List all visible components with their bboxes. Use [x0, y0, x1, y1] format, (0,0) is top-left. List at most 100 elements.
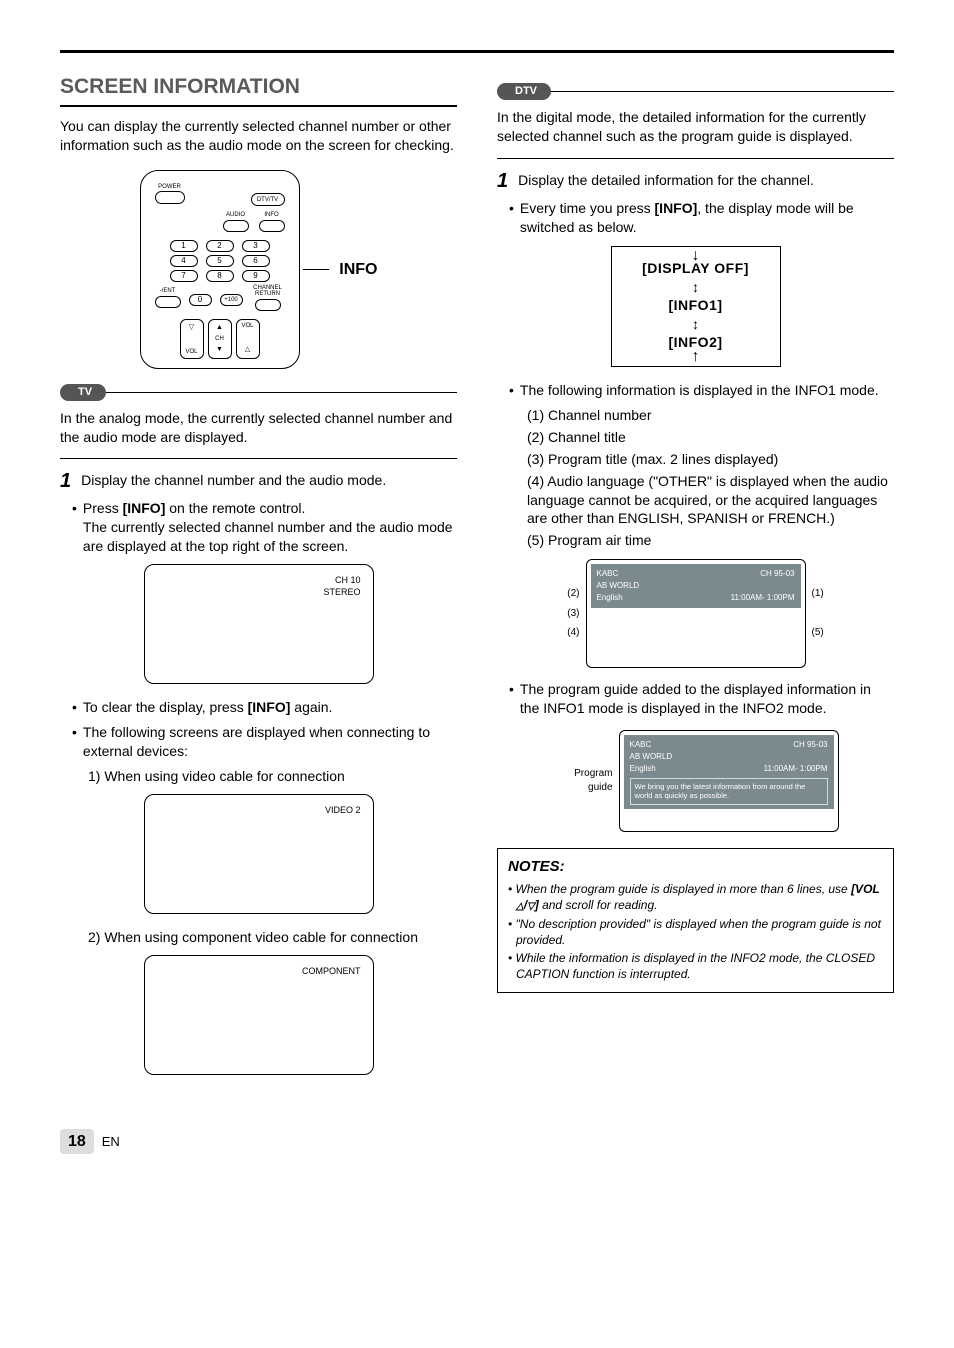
osd2-prog-title: AB WORLD [630, 751, 673, 763]
ext2-caption: 2) When using component video cable for … [88, 928, 457, 947]
external-intro-bullet: The following screens are displayed when… [72, 723, 457, 761]
badge-rule [104, 392, 457, 393]
vol-label: VOL [185, 349, 197, 355]
key-8: 8 [206, 270, 234, 282]
info1-intro: The following information is displayed i… [520, 381, 879, 400]
ch-return-button [255, 299, 281, 311]
program-guide-label: Program guide [553, 767, 613, 794]
info2-osd-diagram: Program guide KABC CH 95-03 AB WORLD Engl… [497, 724, 894, 838]
info-label: INFO [259, 212, 285, 218]
dash-ent-label: -/ENT [155, 288, 181, 294]
two-column-layout: SCREEN INFORMATION You can display the c… [60, 73, 894, 1089]
section-heading: SCREEN INFORMATION [60, 73, 457, 107]
ext1-caption: 1) When using video cable for connection [88, 767, 457, 786]
component-osd-screen: COMPONENT [144, 955, 374, 1075]
osd2-air: 11:00AM- 1:00PM [764, 763, 828, 775]
updown-arrow-icon: ↕ [618, 317, 774, 331]
press-info-lead: Press [INFO] on the remote control. [83, 500, 306, 516]
cycle-intro: Every time you press [INFO], the display… [520, 199, 894, 237]
remote-outline: POWER DTV/TV AUDIO INFO [140, 170, 300, 369]
osd2-ch-title: KABC [630, 739, 652, 751]
clear-text: To clear the display, press [INFO] again… [83, 698, 333, 717]
vol-rocker-2: VOL△ [236, 319, 260, 359]
updown-arrow-icon: ↕ [618, 280, 774, 294]
power-button [155, 191, 185, 204]
info2-intro-bullet: The program guide added to the displayed… [509, 680, 894, 718]
dtv-badge-row: DTV [497, 83, 894, 100]
info1-list: (1) Channel number (2) Channel title (3)… [527, 406, 894, 550]
info1-item-1: (1) Channel number [527, 406, 894, 425]
info2-intro: The program guide added to the displayed… [520, 680, 894, 718]
left-column: SCREEN INFORMATION You can display the c… [60, 73, 457, 1089]
key-4: 4 [170, 255, 198, 267]
component-label: COMPONENT [302, 966, 361, 978]
audio-button [223, 220, 249, 232]
divider [497, 158, 894, 159]
callout-3: (3) [567, 607, 579, 621]
osd2-ch-num: CH 95-03 [793, 739, 827, 751]
external-intro: The following screens are displayed when… [83, 723, 457, 761]
dash-ent-button [155, 296, 181, 308]
info1-item-3: (3) Program title (max. 2 lines displaye… [527, 450, 894, 469]
cycle-info1: [INFO1] [618, 296, 774, 315]
tv-badge: TV [60, 384, 106, 401]
ch-return-label: CHANNEL RETURN [251, 285, 285, 297]
note-3: • While the information is displayed in … [516, 950, 883, 982]
note-2: • "No description provided" is displayed… [516, 916, 883, 948]
cycle-intro-bullet: Every time you press [INFO], the display… [509, 199, 894, 237]
mode-cycle-diagram: ↓ [DISPLAY OFF] ↕ [INFO1] ↕ [INFO2] ↑ [611, 246, 781, 367]
tv-intro: In the analog mode, the currently select… [60, 409, 457, 447]
key-6: 6 [242, 255, 270, 267]
top-rule [60, 50, 894, 53]
ch-rocker: ▲CH▼ [208, 319, 232, 359]
osd2-guide-text: We bring you the latest information from… [630, 778, 828, 805]
info1-osd-diagram: (2) (3) (4) KABCCH 95-03 AB WORLD Englis… [497, 553, 894, 674]
info1-item-4: (4) Audio language ("OTHER" is displayed… [527, 472, 894, 529]
dtv-step-1: 1 Display the detailed information for t… [497, 171, 894, 191]
page-footer: 18 EN [60, 1129, 894, 1155]
osd1-lang: English [597, 592, 623, 604]
step-body: Display the channel number and the audio… [81, 471, 386, 491]
notes-heading: NOTES: [508, 857, 883, 877]
key-3: 3 [242, 240, 270, 252]
callout-1: (1) [812, 587, 824, 601]
ch-label: CH [215, 336, 224, 342]
info1-item-2: (2) Channel title [527, 428, 894, 447]
info1-intro-bullet: The following information is displayed i… [509, 381, 894, 400]
key-5: 5 [206, 255, 234, 267]
osd1-air: 11:00AM- 1:00PM [731, 592, 795, 604]
callout-line [303, 269, 329, 270]
page-number: 18 [60, 1129, 94, 1155]
dtv-tv-button: DTV/TV [251, 193, 285, 206]
key-0: 0 [189, 294, 212, 306]
key-2: 2 [206, 240, 234, 252]
page-lang: EN [102, 1134, 120, 1149]
osd-channel: CH 10 [323, 575, 360, 587]
callout-2: (2) [567, 587, 579, 601]
notes-box: NOTES: • When the program guide is displ… [497, 848, 894, 994]
video2-osd-screen: VIDEO 2 [144, 794, 374, 914]
info1-osd: KABCCH 95-03 AB WORLD English11:00AM- 1:… [586, 559, 806, 668]
callout-5: (5) [812, 626, 824, 640]
step-number: 1 [497, 171, 508, 191]
info2-osd: KABC CH 95-03 AB WORLD English 11:00AM- 1:… [619, 730, 839, 832]
badge-rule [549, 91, 894, 92]
osd-audio-mode: STEREO [323, 587, 360, 599]
info-callout: INFO [339, 259, 377, 281]
power-label: POWER [155, 184, 185, 190]
key-7: 7 [170, 270, 198, 282]
info-button [259, 220, 285, 232]
osd2-lang: English [630, 763, 656, 775]
osd1-ch-num: CH 95-03 [760, 568, 794, 580]
osd1-ch-title: KABC [597, 568, 619, 580]
tv-step-1: 1 Display the channel number and the aud… [60, 471, 457, 491]
vol-rocker: ▽VOL [180, 319, 204, 359]
remote-diagram: POWER DTV/TV AUDIO INFO [60, 170, 457, 369]
video2-label: VIDEO 2 [325, 805, 361, 817]
plus100-button: +100 [220, 294, 243, 306]
callout-4: (4) [567, 626, 579, 640]
step-number: 1 [60, 471, 71, 491]
arrow-up-icon: ↑ [692, 346, 700, 368]
dtv-intro: In the digital mode, the detailed inform… [497, 108, 894, 146]
info1-item-5: (5) Program air time [527, 531, 894, 550]
